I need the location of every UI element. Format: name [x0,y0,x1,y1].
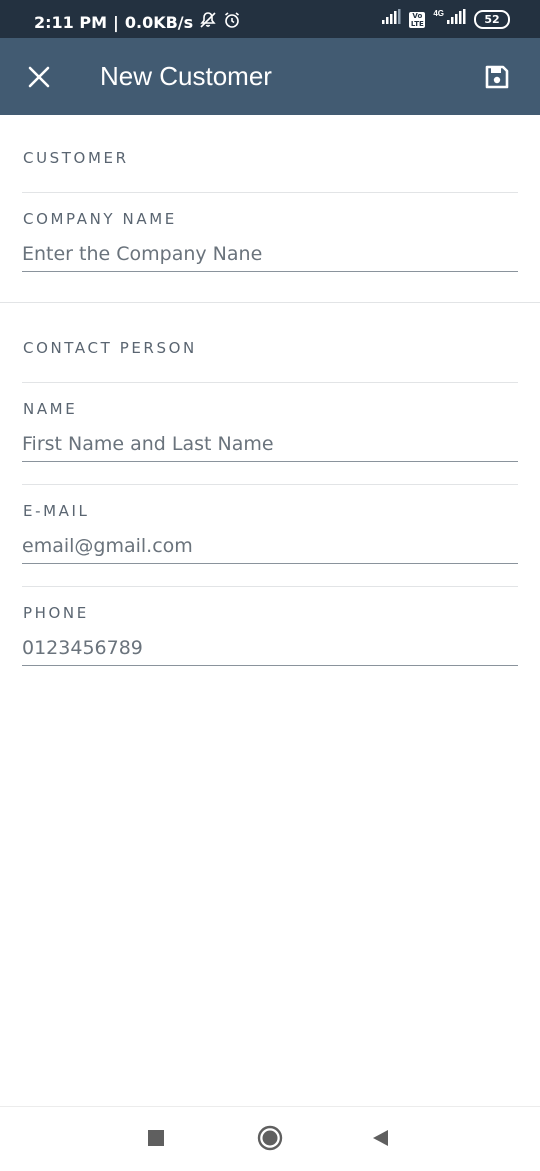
status-bar: 2:11 PM | 0.0KB/s Vo LTE 4G 52 [0,0,540,38]
company-name-input[interactable] [22,237,518,272]
company-name-label: COMPANY NAME [23,210,177,228]
home-icon [257,1125,283,1151]
divider [22,192,518,193]
email-label: E-MAIL [23,502,90,520]
recents-button[interactable] [146,1127,168,1154]
close-button[interactable] [22,60,56,94]
signal-icon-2 [446,9,466,30]
contact-person-section-heading: CONTACT PERSON [23,339,197,357]
mute-icon [199,11,217,33]
system-nav-bar [0,1106,540,1171]
signal-icon [381,9,401,30]
back-icon [373,1130,388,1146]
divider [22,382,518,383]
status-separator: | [113,12,119,32]
home-button[interactable] [256,1124,284,1157]
back-button[interactable] [370,1127,392,1154]
status-time: 2:11 PM [34,12,108,32]
phone-label: PHONE [23,604,89,622]
divider [22,484,518,485]
divider [22,586,518,587]
close-icon [28,66,50,88]
save-button[interactable] [480,60,514,94]
network-type: 4G [433,9,444,18]
status-left: 2:11 PM | 0.0KB/s [34,11,241,33]
volte-icon: Vo LTE [409,11,426,28]
battery-icon: 52 [474,10,510,29]
customer-section-heading: CUSTOMER [23,149,129,167]
save-icon [485,65,509,89]
status-speed: 0.0KB/s [124,12,194,32]
name-label: NAME [23,400,78,418]
page-title: New Customer [100,61,272,91]
phone-input[interactable] [22,631,518,666]
name-input[interactable] [22,427,518,462]
alarm-icon [223,11,241,33]
app-header: New Customer [0,38,540,115]
status-right: Vo LTE 4G 52 [381,9,510,30]
recents-icon [148,1130,164,1146]
section-divider [0,302,540,303]
email-input[interactable] [22,529,518,564]
